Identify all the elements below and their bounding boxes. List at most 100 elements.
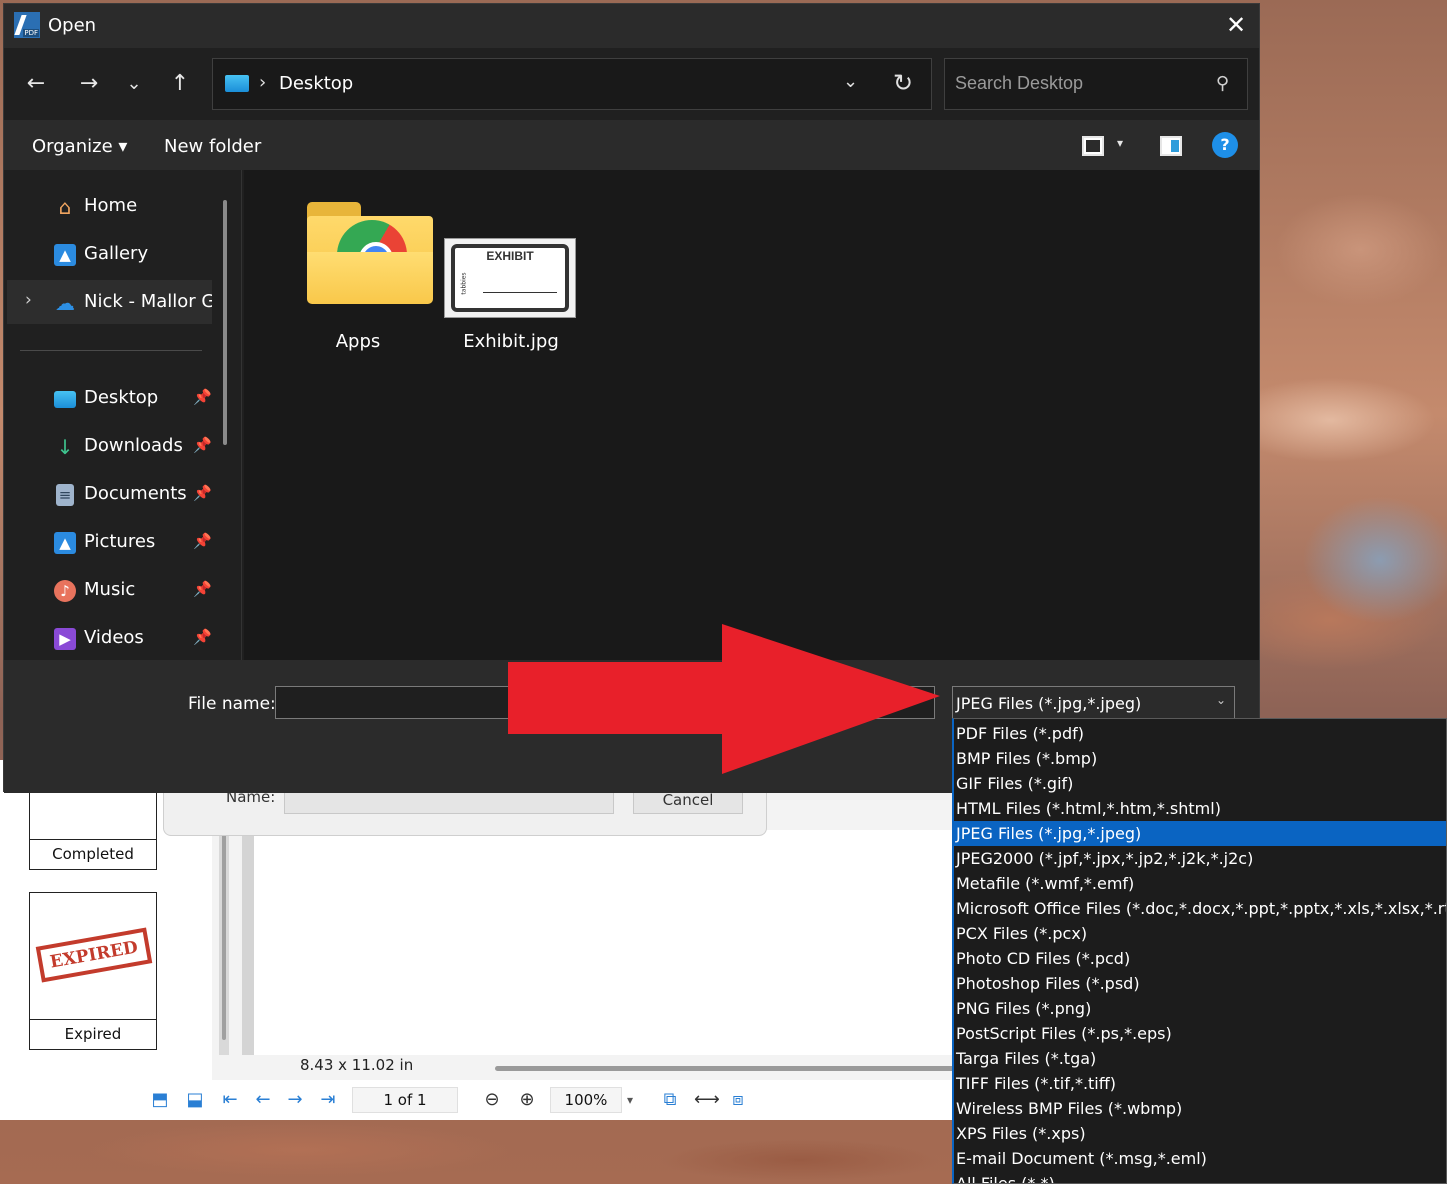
page-indicator[interactable]: 1 of 1	[352, 1087, 458, 1113]
file-type-option[interactable]: Microsoft Office Files (*.doc,*.docx,*.p…	[954, 896, 1446, 921]
file-type-option[interactable]: Photo CD Files (*.pcd)	[954, 946, 1446, 971]
sidebar-item-home[interactable]: ⌂ Home	[7, 184, 212, 228]
file-type-option[interactable]: PostScript Files (*.ps,*.eps)	[954, 1021, 1446, 1046]
file-label: Exhibit.jpg	[463, 331, 559, 352]
file-item-apps-folder[interactable]: Apps	[270, 190, 433, 360]
sidebar-item-label: Nick - Mallor Gro	[84, 291, 212, 312]
sidebar-item-videos[interactable]: ▶ Videos 📌	[7, 616, 212, 660]
preview-pane-icon[interactable]	[1160, 136, 1182, 156]
pin-icon[interactable]: 📌	[193, 580, 212, 598]
file-type-option[interactable]: Photoshop Files (*.psd)	[954, 971, 1446, 996]
zoom-out-icon[interactable]: ⊖	[482, 1090, 502, 1110]
file-type-option[interactable]: Wireless BMP Files (*.wbmp)	[954, 1096, 1446, 1121]
breadcrumb-separator-icon[interactable]: ›	[259, 72, 266, 93]
page-toolbar: ⬒ ⬓ ⇤ ← → ⇥ 1 of 1 ⊖ ⊕ 100% ▾ ⧉ ⟷ ⧈	[0, 1080, 960, 1120]
address-dropdown-chevron-icon[interactable]: ⌄	[843, 71, 858, 92]
pictures-icon: ▲	[54, 532, 76, 554]
forward-arrow-icon[interactable]: →	[74, 70, 104, 100]
sidebar-item-gallery[interactable]: ▲ Gallery	[7, 232, 212, 276]
horizontal-scrollbar[interactable]	[495, 1066, 955, 1071]
home-icon: ⌂	[58, 195, 72, 219]
file-type-option[interactable]: All Files (*.*)	[954, 1171, 1446, 1183]
exhibit-brand-text: tabbies	[460, 272, 468, 295]
file-type-option[interactable]: PCX Files (*.pcx)	[954, 921, 1446, 946]
file-type-option[interactable]: XPS Files (*.xps)	[954, 1121, 1446, 1146]
zoom-field[interactable]: 100%	[550, 1087, 622, 1113]
prev-page-icon[interactable]: ←	[253, 1090, 273, 1110]
sidebar-item-documents[interactable]: ≡ Documents 📌	[7, 472, 212, 516]
stamp-label: Expired	[30, 1019, 156, 1049]
first-page-icon[interactable]: ⇤	[220, 1090, 240, 1110]
pane-divider[interactable]	[241, 170, 242, 660]
file-type-option[interactable]: JPEG2000 (*.jpf,*.jpx,*.jp2,*.j2k,*.j2c)	[954, 846, 1446, 871]
sidebar-item-music[interactable]: ♪ Music 📌	[7, 568, 212, 612]
sidebar-scrollbar[interactable]	[223, 200, 227, 445]
file-type-option[interactable]: PDF Files (*.pdf)	[954, 721, 1446, 746]
gallery-icon: ▲	[54, 244, 76, 266]
recent-locations-chevron-icon[interactable]: ⌄	[119, 70, 149, 100]
new-folder-button[interactable]: New folder	[164, 136, 261, 157]
zoom-caret-icon[interactable]: ▾	[620, 1090, 640, 1110]
fit-width-icon[interactable]: ⟷	[694, 1090, 720, 1110]
command-bar: Organize ▾ New folder ▾ ?	[4, 120, 1259, 170]
breadcrumb-desktop[interactable]: Desktop	[279, 73, 353, 94]
back-arrow-icon[interactable]: ←	[21, 70, 51, 100]
file-type-option[interactable]: Metafile (*.wmf,*.emf)	[954, 871, 1446, 896]
file-type-select[interactable]: JPEG Files (*.jpg,*.jpeg) ⌄	[952, 686, 1235, 719]
file-item-exhibit-jpg[interactable]: EXHIBIT tabbies Exhibit.jpg	[436, 190, 586, 360]
up-arrow-icon[interactable]: ↑	[165, 70, 195, 100]
file-type-option[interactable]: GIF Files (*.gif)	[954, 771, 1446, 796]
help-icon[interactable]: ?	[1212, 132, 1238, 158]
rotate-right-icon[interactable]: ⬓	[185, 1090, 205, 1110]
zoom-in-icon[interactable]: ⊕	[517, 1090, 537, 1110]
file-type-option[interactable]: HTML Files (*.html,*.htm,*.shtml)	[954, 796, 1446, 821]
pin-icon[interactable]: 📌	[193, 388, 212, 406]
file-type-option[interactable]: E-mail Document (*.msg,*.eml)	[954, 1146, 1446, 1171]
last-page-icon[interactable]: ⇥	[318, 1090, 338, 1110]
organize-button[interactable]: Organize ▾	[32, 136, 127, 157]
next-page-icon[interactable]: →	[285, 1090, 305, 1110]
pin-icon[interactable]: 📌	[193, 628, 212, 646]
file-type-option[interactable]: Targa Files (*.tga)	[954, 1046, 1446, 1071]
background-pdf-app: Completed EXPIRED Expired Name: Cancel 8…	[0, 760, 960, 1120]
search-box: ⚲	[944, 58, 1248, 110]
pin-icon[interactable]: 📌	[193, 484, 212, 502]
refresh-icon[interactable]: ↻	[893, 69, 913, 97]
pin-icon[interactable]: 📌	[193, 436, 212, 454]
sidebar-item-pictures[interactable]: ▲ Pictures 📌	[7, 520, 212, 564]
sidebar-item-label: Home	[84, 195, 138, 216]
file-type-option[interactable]: BMP Files (*.bmp)	[954, 746, 1446, 771]
file-type-option[interactable]: PNG Files (*.png)	[954, 996, 1446, 1021]
music-icon: ♪	[54, 580, 76, 602]
stamp-completed[interactable]: Completed	[29, 780, 157, 870]
desktop-icon	[225, 75, 249, 92]
chevron-down-icon[interactable]: ⌄	[1216, 693, 1226, 707]
stamp-label: Completed	[30, 839, 156, 869]
image-thumbnail: EXHIBIT tabbies	[444, 238, 576, 318]
stamp-expired[interactable]: EXPIRED Expired	[29, 892, 157, 1050]
sidebar-item-downloads[interactable]: ↓ Downloads 📌	[7, 424, 212, 468]
sidebar-divider	[20, 350, 202, 351]
change-view-icon[interactable]	[1082, 136, 1104, 156]
videos-icon: ▶	[54, 628, 76, 650]
rotate-left-icon[interactable]: ⬒	[150, 1090, 170, 1110]
search-input[interactable]	[955, 73, 1195, 94]
exhibit-line	[483, 292, 557, 293]
fit-page-icon[interactable]: ⧉	[660, 1090, 680, 1110]
view-options-caret-icon[interactable]: ▾	[1117, 136, 1123, 150]
file-type-option[interactable]: TIFF Files (*.tif,*.tiff)	[954, 1071, 1446, 1096]
file-label: Apps	[335, 331, 381, 352]
expand-chevron-icon[interactable]: ›	[25, 290, 32, 310]
close-button[interactable]: ✕	[1213, 4, 1259, 48]
title-bar: PDF Open ✕	[4, 4, 1259, 48]
pin-icon[interactable]: 📌	[193, 532, 212, 550]
actual-size-icon[interactable]: ⧈	[728, 1090, 748, 1110]
exhibit-label-graphic: EXHIBIT tabbies	[451, 244, 569, 312]
sidebar-item-desktop[interactable]: Desktop 📌	[7, 376, 212, 420]
address-bar[interactable]: › Desktop ⌄ ↻	[212, 58, 932, 110]
dialog-title: Open	[48, 15, 97, 36]
file-list: Apps EXHIBIT tabbies Exhibit.jpg	[244, 170, 1259, 660]
sidebar-item-onedrive[interactable]: › ☁ Nick - Mallor Gro	[7, 280, 212, 324]
file-type-option[interactable]: JPEG Files (*.jpg,*.jpeg)	[954, 821, 1446, 846]
search-icon[interactable]: ⚲	[1216, 73, 1229, 94]
